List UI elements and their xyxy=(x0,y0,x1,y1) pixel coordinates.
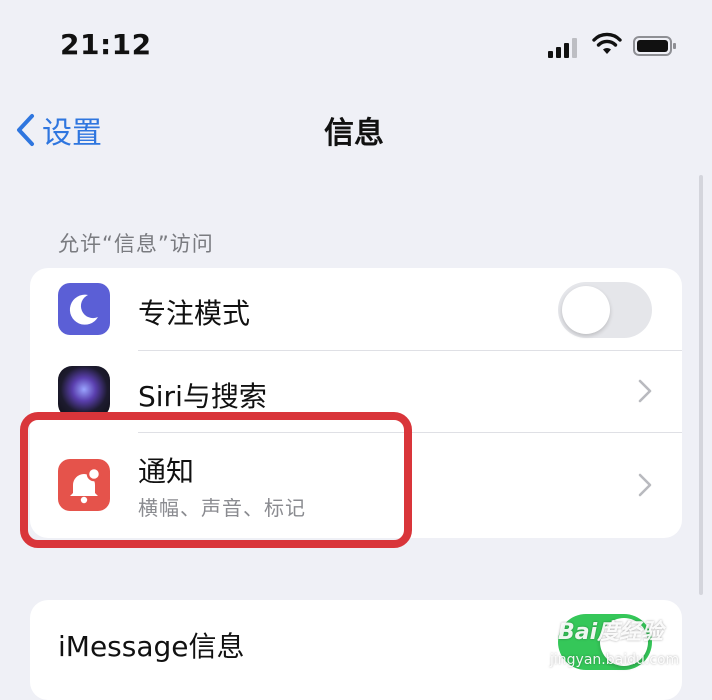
watermark: Bai度经验 jingyan.baidu.com xyxy=(548,610,698,680)
scrollbar[interactable] xyxy=(699,175,703,595)
cellular-signal-icon xyxy=(548,38,577,58)
row-label-focus: 专注模式 xyxy=(138,297,251,330)
siri-icon xyxy=(58,366,110,418)
list-item-siri[interactable]: Siri与搜索 xyxy=(30,351,682,433)
list-item-focus[interactable]: 专注模式 xyxy=(30,268,682,350)
list-item-notifications[interactable]: 通知 横幅、声音、标记 xyxy=(30,433,682,538)
settings-group-access: 专注模式 Siri与搜索 通知 横幅、声音、标记 xyxy=(30,268,682,538)
focus-toggle[interactable] xyxy=(558,282,652,338)
section-header: 允许“信息”访问 xyxy=(58,232,214,256)
toggle-knob xyxy=(562,286,610,334)
status-time: 21:12 xyxy=(60,28,152,61)
moon-icon xyxy=(58,283,110,335)
row-label-imessage: iMessage信息 xyxy=(58,630,245,663)
watermark-url: jingyan.baidu.com xyxy=(550,652,680,668)
battery-icon xyxy=(633,36,676,56)
row-label-notifications: 通知 xyxy=(138,455,195,488)
navigation-bar: 设置 信息 xyxy=(0,100,712,160)
row-label-siri: Siri与搜索 xyxy=(138,380,267,413)
page-title: 信息 xyxy=(324,116,384,151)
wifi-icon xyxy=(592,32,622,54)
watermark-main: Bai度经验 xyxy=(558,620,664,645)
status-bar: 21:12 xyxy=(0,0,712,90)
chevron-right-icon xyxy=(638,473,652,497)
notification-bell-icon xyxy=(58,459,110,511)
row-subtitle-notifications: 横幅、声音、标记 xyxy=(138,496,306,520)
chevron-right-icon xyxy=(638,379,652,403)
